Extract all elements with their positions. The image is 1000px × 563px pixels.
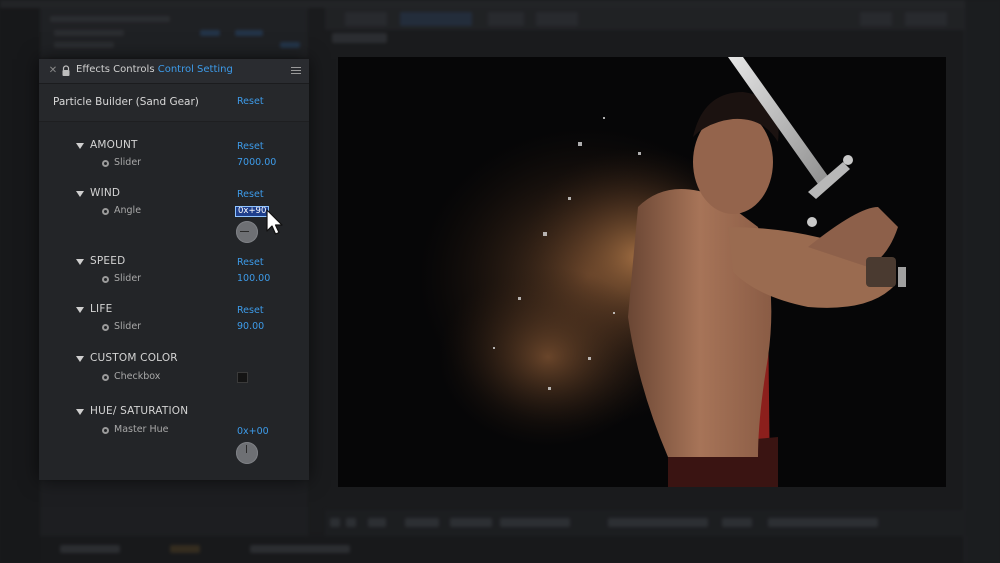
life-stopwatch-icon[interactable] [102,324,109,331]
master-hue-dial[interactable] [236,442,258,464]
panel-title-source: Control Setting [157,64,233,75]
effect-name: Particle Builder (Sand Gear) [53,96,199,108]
panel-title-text: Effects Controls [76,64,155,75]
amount-reset-button[interactable]: Reset [237,141,264,152]
viewer-label-blurred [332,33,387,43]
top-strip [0,0,1000,8]
wind-reset-button[interactable]: Reset [237,189,264,200]
effect-reset-button[interactable]: Reset [237,96,264,107]
mouse-cursor-icon [266,209,283,235]
custom-color-stopwatch-icon[interactable] [102,374,109,381]
right-dock [964,0,1000,563]
speed-sub-label: Slider [114,273,142,284]
project-panel-blurred [40,8,308,58]
speed-reset-button[interactable]: Reset [237,257,264,268]
wind-sub-label: Angle [114,205,142,216]
master-hue-stopwatch-icon[interactable] [102,427,109,434]
amount-property-name: AMOUNT [90,139,138,151]
amount-stopwatch-icon[interactable] [102,160,109,167]
menu-icon[interactable] [291,65,301,75]
hue-saturation-property-name: HUE/ SATURATION [90,405,189,417]
left-dock [0,0,40,563]
speed-expand-triangle-icon[interactable] [76,259,84,265]
viewer-image [418,57,906,487]
speed-value[interactable]: 100.00 [237,273,270,284]
wind-angle-input[interactable]: 0x+90.0° [235,206,269,217]
custom-color-checkbox[interactable] [237,372,248,383]
life-reset-button[interactable]: Reset [237,305,264,316]
effects-controls-panel: ✕ Effects Controls Control Setting Parti… [39,59,309,480]
close-icon[interactable]: ✕ [48,65,58,77]
master-hue-sub-label: Master Hue [114,424,169,435]
amount-expand-triangle-icon[interactable] [76,143,84,149]
wind-expand-triangle-icon[interactable] [76,191,84,197]
custom-color-expand-triangle-icon[interactable] [76,356,84,362]
lock-icon[interactable] [61,65,71,77]
custom-color-property-name: CUSTOM COLOR [90,352,178,364]
life-expand-triangle-icon[interactable] [76,307,84,313]
panel-title[interactable]: Effects Controls Control Setting [76,64,233,75]
panel-header: ✕ Effects Controls Control Setting [39,59,309,84]
wind-angle-dial[interactable] [236,221,258,243]
amount-value[interactable]: 7000.00 [237,157,276,168]
master-hue-value[interactable]: 0x+00 [237,426,269,437]
composition-viewer[interactable] [338,57,946,487]
wind-stopwatch-icon[interactable] [102,208,109,215]
life-property-name: LIFE [90,303,113,315]
wind-property-name: WIND [90,187,121,199]
hue-saturation-expand-triangle-icon[interactable] [76,409,84,415]
life-value[interactable]: 90.00 [237,321,264,332]
effect-row: Particle Builder (Sand Gear) Reset [39,84,309,122]
timeline-strip-blurred [40,536,964,563]
life-sub-label: Slider [114,321,142,332]
lower-panel-blurred [40,480,308,536]
speed-property-name: SPEED [90,255,126,267]
custom-color-sub-label: Checkbox [114,371,161,382]
speed-stopwatch-icon[interactable] [102,276,109,283]
amount-sub-label: Slider [114,157,142,168]
